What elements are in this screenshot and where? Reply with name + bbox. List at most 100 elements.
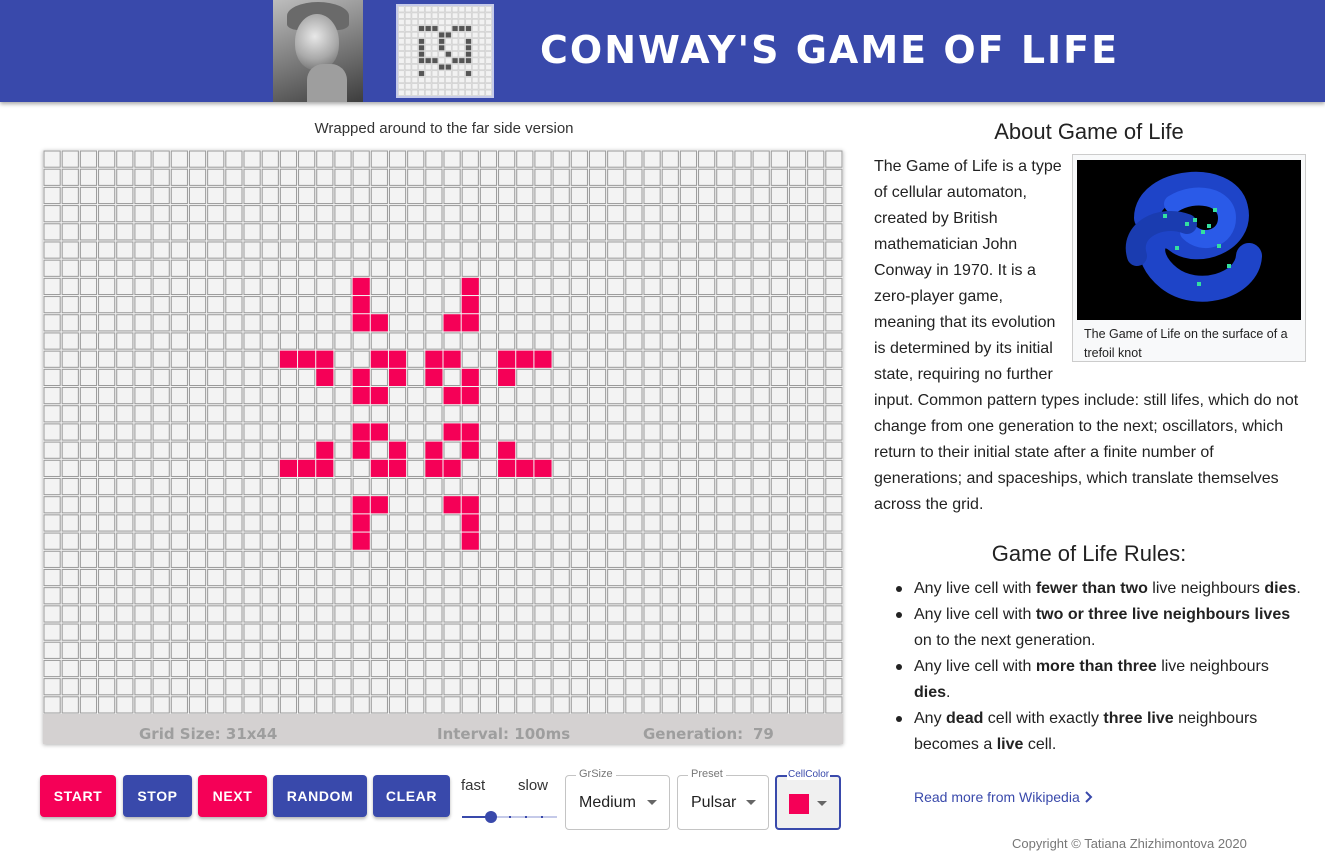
cell[interactable] [334,696,352,714]
cell[interactable] [225,350,243,368]
cell[interactable] [698,405,716,423]
cell[interactable] [625,623,643,641]
cell[interactable] [807,623,825,641]
cell[interactable] [534,477,552,496]
cell[interactable] [370,259,388,277]
cell[interactable] [279,150,298,168]
cell[interactable] [98,441,116,459]
cell[interactable] [807,550,825,568]
live-cell[interactable] [461,296,479,314]
cell[interactable] [152,496,170,514]
cell[interactable] [479,568,498,587]
cell[interactable] [370,223,388,241]
cell[interactable] [298,241,316,259]
live-cell[interactable] [370,459,388,477]
live-cell[interactable] [316,368,334,387]
cell[interactable] [298,496,316,514]
cell[interactable] [243,277,261,296]
cell[interactable] [607,387,625,405]
cell[interactable] [243,387,261,405]
cell[interactable] [825,241,843,259]
cell[interactable] [679,641,698,659]
cell[interactable] [461,678,479,696]
cell[interactable] [698,223,716,241]
cell[interactable] [188,405,207,423]
cell[interactable] [425,277,443,296]
cell[interactable] [498,387,516,405]
cell[interactable] [461,186,479,205]
cell[interactable] [479,277,498,296]
cell[interactable] [807,168,825,186]
cell[interactable] [225,568,243,587]
cell[interactable] [425,296,443,314]
cell[interactable] [152,568,170,587]
cell[interactable] [352,186,370,205]
cell[interactable] [516,550,534,568]
cell[interactable] [98,623,116,641]
cell[interactable] [788,568,807,587]
cell[interactable] [788,532,807,550]
cell[interactable] [443,150,461,168]
cell[interactable] [170,350,188,368]
cell[interactable] [407,659,425,678]
cell[interactable] [334,477,352,496]
cell[interactable] [207,168,225,186]
cell[interactable] [788,223,807,241]
cell[interactable] [98,514,116,532]
cell[interactable] [388,405,407,423]
cell[interactable] [43,659,61,678]
cell[interactable] [698,678,716,696]
cell[interactable] [170,496,188,514]
cell[interactable] [425,568,443,587]
cell[interactable] [807,387,825,405]
live-cell[interactable] [352,368,370,387]
cell[interactable] [443,532,461,550]
cell[interactable] [170,314,188,332]
cell[interactable] [770,441,788,459]
cell[interactable] [98,387,116,405]
cell[interactable] [61,568,79,587]
cell[interactable] [625,168,643,186]
cell[interactable] [425,314,443,332]
cell[interactable] [225,550,243,568]
cell[interactable] [43,332,61,350]
cell[interactable] [61,587,79,605]
cell[interactable] [807,150,825,168]
cell[interactable] [679,550,698,568]
cell[interactable] [170,441,188,459]
cell[interactable] [516,568,534,587]
cell[interactable] [625,459,643,477]
cell[interactable] [388,387,407,405]
cell[interactable] [207,314,225,332]
cell[interactable] [152,259,170,277]
cell[interactable] [79,150,98,168]
cell[interactable] [43,587,61,605]
cell[interactable] [134,368,152,387]
cell[interactable] [188,423,207,441]
cell[interactable] [261,259,279,277]
cell[interactable] [352,605,370,623]
live-cell[interactable] [461,387,479,405]
cell[interactable] [825,277,843,296]
cell[interactable] [316,205,334,223]
cell[interactable] [679,587,698,605]
cell[interactable] [98,150,116,168]
cell[interactable] [588,459,607,477]
cell[interactable] [225,314,243,332]
cell[interactable] [643,350,661,368]
cell[interactable] [334,405,352,423]
cell[interactable] [316,550,334,568]
cell[interactable] [443,641,461,659]
cell[interactable] [370,186,388,205]
cell[interactable] [625,241,643,259]
cell[interactable] [661,168,679,186]
cell[interactable] [43,387,61,405]
cell[interactable] [370,241,388,259]
cell[interactable] [534,659,552,678]
cell[interactable] [243,423,261,441]
cell[interactable] [625,550,643,568]
cell[interactable] [752,186,770,205]
cell[interactable] [188,241,207,259]
cell[interactable] [807,241,825,259]
cell[interactable] [643,623,661,641]
